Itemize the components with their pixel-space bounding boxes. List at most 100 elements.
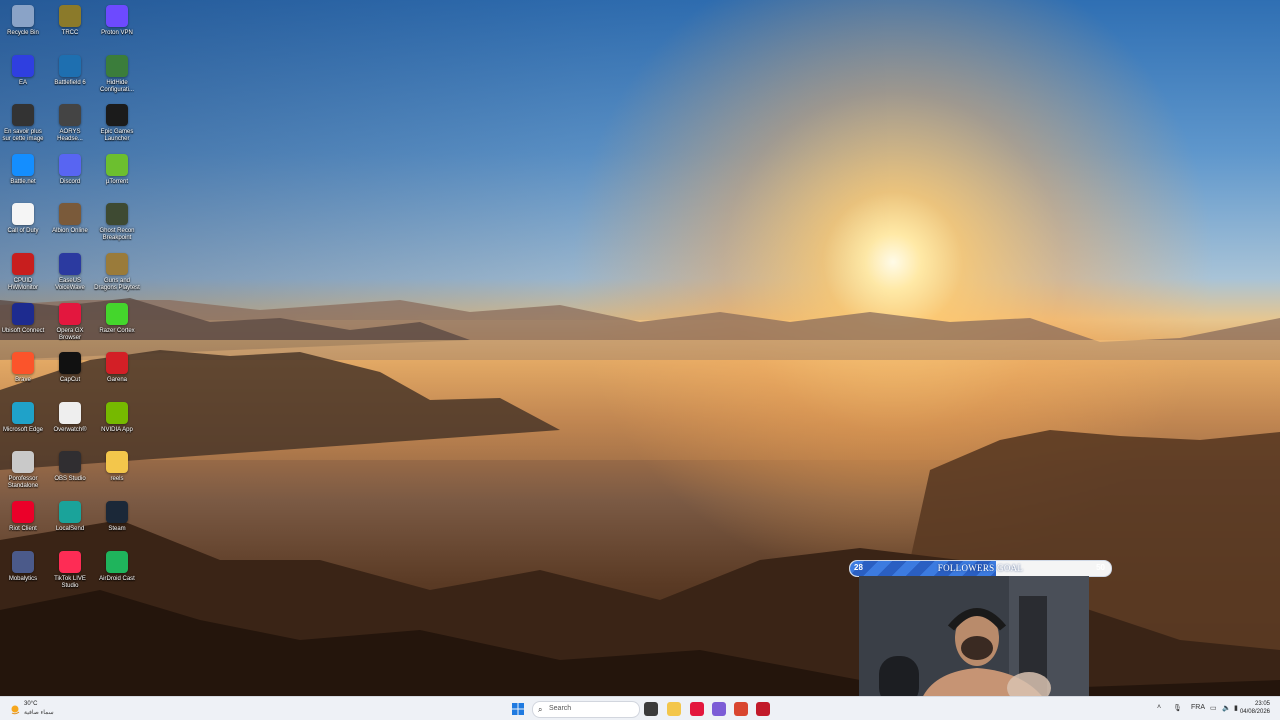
network-icon[interactable]: ▭ <box>1210 704 1217 712</box>
desktop-icon-label: NVIDIA App <box>101 426 133 433</box>
desktop-icon[interactable]: Ghost Recon Breakpoint <box>94 201 140 249</box>
desktop-icon-label: Riot Client <box>9 526 37 532</box>
taskbar-clock[interactable]: 23:05 04/08/2026 <box>1240 700 1270 716</box>
microphone-icon[interactable]: 🎙 <box>1173 704 1182 712</box>
taskbar-search-box[interactable]: ⌕ Search <box>532 701 640 718</box>
desktop-icon[interactable]: HidHide Configurati... <box>94 53 140 101</box>
desktop-icon[interactable]: Garena <box>94 350 140 398</box>
steam-icon <box>106 501 128 523</box>
windows-start-icon[interactable] <box>512 703 524 715</box>
capcut-icon <box>59 352 81 375</box>
desktop-icon[interactable]: Microsoft Edge <box>0 400 46 448</box>
search-placeholder: Search <box>549 705 572 712</box>
followers-goal-title: FOLLOWERS GOAL <box>937 563 1024 573</box>
desktop-icon-label: Battlefield 6 <box>54 79 86 86</box>
input-language-indicator[interactable]: FRA <box>1191 704 1205 711</box>
desktop-icon-label: Ubisoft Connect <box>1 327 45 334</box>
show-hidden-icons-chevron-icon[interactable]: ˄ <box>1157 704 1161 711</box>
volume-icon[interactable]: 🔈 <box>1222 704 1231 712</box>
battery-icon[interactable]: ▮ <box>1234 704 1238 712</box>
desktop-icon[interactable]: AirDroid Cast <box>94 549 140 597</box>
desktop-icon-label: AORYS Headse... <box>57 129 83 143</box>
desktop-icon[interactable]: Razer Cortex <box>94 301 140 349</box>
opera-gx-icon[interactable] <box>690 702 704 716</box>
desktop-icon-label: CapCut <box>59 377 81 384</box>
riot-icon <box>12 501 34 523</box>
camera-icon <box>12 104 34 127</box>
ubisoft-icon <box>12 302 34 325</box>
file-explorer-icon[interactable] <box>667 702 681 716</box>
desktop-icon[interactable]: TRCC <box>47 3 93 51</box>
headset-icon <box>59 104 81 127</box>
localsend-icon <box>59 501 81 523</box>
desktop-icon[interactable]: EaseUS VoiceWave <box>47 251 93 299</box>
desktop-icon[interactable]: reels <box>94 449 140 497</box>
desktop-icon[interactable]: OBS Studio <box>47 449 93 497</box>
weather-widget[interactable]: 30°C سماء صافية <box>8 700 68 718</box>
desktop-icon[interactable]: Porofessor Standalone <box>0 449 46 497</box>
ghost-recon-icon <box>106 203 128 226</box>
garena-icon <box>106 352 128 375</box>
webcam-feed-image <box>859 576 1089 696</box>
utorrent-icon <box>106 153 128 176</box>
desktop-icon-label: Garena <box>106 377 127 384</box>
desktop-icon-label: Brave <box>15 377 31 384</box>
desktop-icon-label: HidHide Configurati... <box>99 79 135 93</box>
desktop-icon-label: EaseUS VoiceWave <box>55 278 85 291</box>
desktop-icon[interactable]: Discord <box>47 152 93 200</box>
desktop-icon[interactable]: LocalSend <box>47 499 93 547</box>
desktop-icon-label: reels <box>110 476 124 483</box>
battlefield-icon <box>59 54 81 77</box>
desktop-icon[interactable]: µTorrent <box>94 152 140 200</box>
proton-vpn-icon <box>106 5 128 27</box>
desktop-icon[interactable]: Steam <box>94 499 140 547</box>
desktop-icon[interactable]: Recycle Bin <box>0 3 46 51</box>
desktop-icon-label: Overwatch® <box>53 426 87 433</box>
desktop-icon[interactable]: Albion Online <box>47 201 93 249</box>
task-view-icon[interactable] <box>644 702 658 716</box>
desktop-icon-label: AirDroid Cast <box>99 575 135 582</box>
desktop-icon[interactable]: Mobalytics <box>0 549 46 597</box>
desktop-icon-label: Guns and Dragons Playtest <box>94 278 140 291</box>
desktop-icon[interactable]: Guns and Dragons Playtest <box>94 251 140 299</box>
tiktok-icon <box>59 550 81 573</box>
desktop-icon-label: Steam <box>108 526 126 532</box>
desktop-icon[interactable]: CPUID HWMonitor <box>0 251 46 299</box>
desktop-icon[interactable]: NVIDIA App <box>94 400 140 448</box>
desktop-wallpaper: Recycle Bin TRCC Proton VPN EA Battlefield 6… <box>0 0 1280 696</box>
mobalytics-icon <box>12 550 34 573</box>
search-icon: ⌕ <box>538 705 543 714</box>
discord-icon <box>59 153 81 176</box>
desktop-icon[interactable]: Riot Client <box>0 499 46 547</box>
desktop-icon[interactable]: TikTok LIVE Studio <box>47 549 93 597</box>
desktop-icon[interactable]: AORYS Headse... <box>47 102 93 150</box>
desktop-icon[interactable]: En savoir plus sur cette image <box>0 102 46 150</box>
desktop-icon[interactable]: Ubisoft Connect <box>0 301 46 349</box>
desktop-icon[interactable]: Call of Duty <box>0 201 46 249</box>
battlenet-icon <box>12 153 34 176</box>
desktop-icon[interactable]: Proton VPN <box>94 3 140 51</box>
guns-dragons-icon <box>106 253 128 275</box>
app-icon[interactable] <box>756 702 770 716</box>
desktop-icon[interactable]: CapCut <box>47 350 93 398</box>
desktop-icon[interactable]: Battlefield 6 <box>47 53 93 101</box>
desktop-icon-label: LocalSend <box>55 526 85 532</box>
desktop-icon[interactable]: Battle.net <box>0 152 46 200</box>
clock-time: 23:05 <box>1254 701 1270 707</box>
document-icon <box>12 203 34 226</box>
desktop-icon-label: EA <box>18 79 27 86</box>
desktop-icon[interactable]: Epic Games Launcher <box>94 102 140 150</box>
razer-icon <box>106 302 128 325</box>
desktop-icon[interactable]: Brave <box>0 350 46 398</box>
app-icon[interactable] <box>734 702 748 716</box>
desktop-icon[interactable]: Overwatch® <box>47 400 93 448</box>
desktop-icon-label: En savoir plus sur cette image <box>2 129 44 143</box>
desktop-icon[interactable]: Opera GX Browser <box>47 301 93 349</box>
followers-goal-target: 50 <box>1096 563 1105 572</box>
brave-icon <box>12 352 34 375</box>
desktop-icon-label: Albion Online <box>52 228 88 235</box>
app-icon[interactable] <box>712 702 726 716</box>
desktop-icon-label: Opera GX Browser <box>56 327 84 341</box>
overwatch-icon <box>59 401 81 424</box>
desktop-icon[interactable]: EA <box>0 53 46 101</box>
